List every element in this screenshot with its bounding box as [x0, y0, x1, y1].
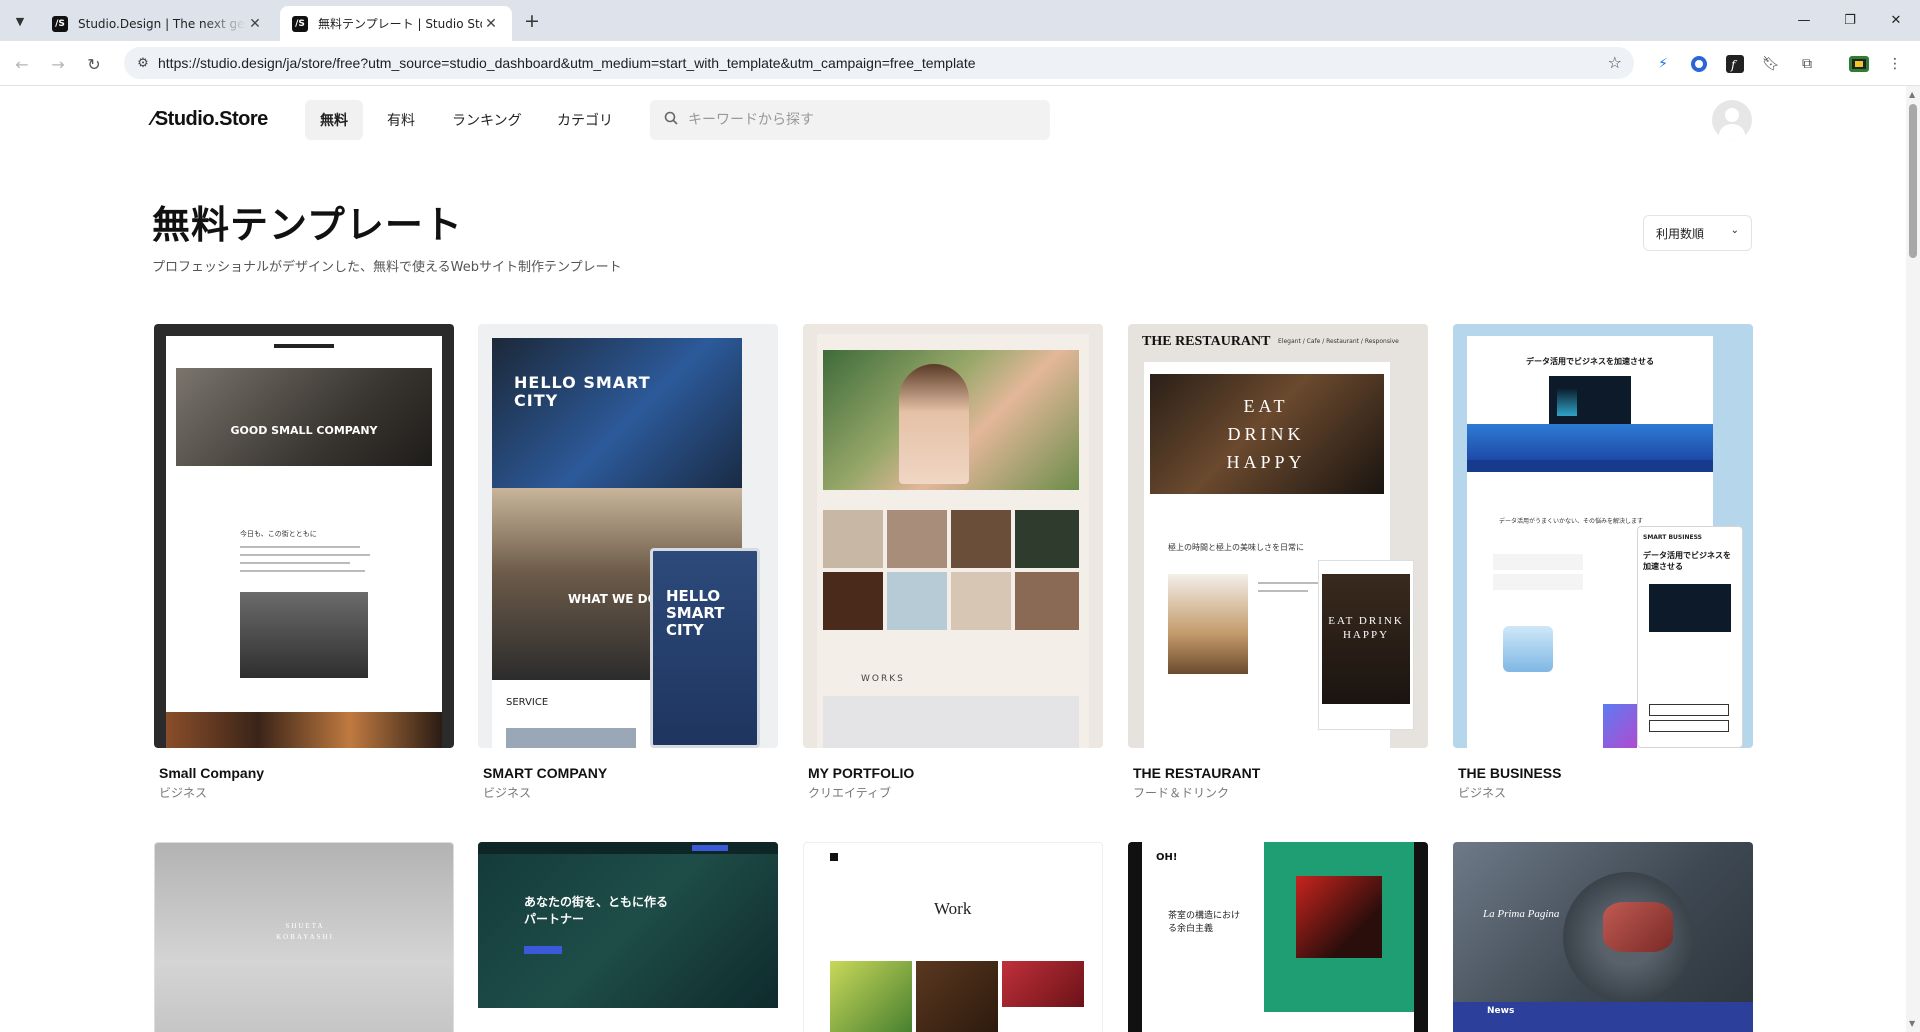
studio-favicon-icon: /S — [292, 15, 308, 32]
tab-close-icon[interactable]: ✕ — [482, 16, 500, 32]
tab-title: 無料テンプレート | Studio Store — [318, 17, 482, 31]
template-thumbnail[interactable]: THE RESTAURANT Elegant / Cafe / Restaura… — [1128, 324, 1428, 748]
menu-kebab-icon[interactable]: ⋮ — [1884, 53, 1906, 75]
search-icon — [664, 111, 678, 129]
template-thumbnail[interactable]: La Prima Pagina News — [1453, 842, 1753, 1032]
browser-toolbar: ← → ↻ ⚙ https://studio.design/ja/store/f… — [0, 41, 1920, 86]
search-box[interactable] — [650, 100, 1050, 140]
nav-ranking[interactable]: ランキング — [437, 100, 537, 140]
forward-arrow-icon[interactable]: → — [46, 52, 70, 76]
nav-free[interactable]: 無料 — [305, 100, 363, 140]
thumb-hero-text: EAT DRINK HAPPY — [1226, 396, 1306, 472]
reload-icon[interactable]: ↻ — [82, 52, 106, 76]
tab-close-icon[interactable]: ✕ — [246, 16, 264, 32]
studio-favicon-icon: /S — [52, 15, 68, 32]
template-thumbnail[interactable]: SHUETA KOBAYASHI — [154, 842, 454, 1032]
bookmark-star-icon[interactable]: ☆ — [1608, 53, 1622, 72]
thumb-hero-text: HELLO SMART CITY — [514, 373, 651, 410]
google-extension-icon[interactable] — [1688, 53, 1710, 75]
template-category: ビジネス — [1458, 786, 1507, 800]
thumb-hero-text: La Prima Pagina — [1483, 908, 1560, 920]
template-category: フード＆ドリンク — [1133, 786, 1230, 800]
thumb-tag-text: Elegant / Cafe / Restaurant / Responsive — [1278, 338, 1399, 345]
thumb-hero-text: GOOD SMALL COMPANY — [230, 424, 378, 437]
window-close-icon[interactable]: ✕ — [1873, 0, 1919, 41]
back-arrow-icon[interactable]: ← — [10, 52, 34, 76]
lightning-extension-icon[interactable]: ⚡ — [1652, 53, 1674, 75]
chevron-down-icon: ⌄ — [1730, 225, 1739, 236]
bookmark-icon[interactable]: 🔖︎ — [1760, 53, 1782, 75]
thumb-title-text: THE RESTAURANT — [1142, 334, 1271, 349]
template-category: ビジネス — [159, 786, 208, 800]
template-name[interactable]: Small Company — [159, 765, 264, 781]
template-thumbnail[interactable]: OH! 茶室の構造における余白主義 — [1128, 842, 1428, 1032]
user-avatar[interactable] — [1712, 100, 1752, 140]
extensions-puzzle-icon[interactable]: ⧉ — [1796, 53, 1818, 75]
restore-icon[interactable]: ❐ — [1827, 0, 1873, 41]
site-info-icon[interactable]: ⚙ — [128, 56, 158, 71]
template-thumbnail[interactable]: GOOD SMALL COMPANY 今日も、この街とともに — [154, 324, 454, 748]
thumb-hero-text: データ活用でビジネスを加速させる — [1526, 357, 1654, 366]
thumb-hero-text: あなたの街を、ともに作るパートナー — [524, 895, 669, 926]
sort-label: 利用数順 — [1656, 226, 1705, 241]
studio-store-logo[interactable]: ⁄Studio.Store — [152, 108, 268, 131]
page-scrollbar[interactable]: ▲ ▼ — [1906, 86, 1920, 1032]
template-thumbnail[interactable]: Work — [803, 842, 1103, 1032]
search-input[interactable] — [688, 112, 1018, 128]
template-thumbnail[interactable]: データ活用でビジネスを加速させる データ活用がうまくいかない、その悩みを解決しま… — [1453, 324, 1753, 748]
thumb-news-text: News — [1487, 1006, 1515, 1016]
thumb-works-text: WORKS — [861, 674, 905, 684]
scroll-down-arrow-icon[interactable]: ▼ — [1909, 1019, 1915, 1028]
browser-tab-studio-store[interactable]: /S 無料テンプレート | Studio Store ✕ — [280, 6, 512, 41]
template-name[interactable]: MY PORTFOLIO — [808, 765, 914, 781]
scrollbar-thumb[interactable] — [1909, 104, 1917, 258]
thumb-sub-text: 今日も、この街とともに — [240, 530, 317, 538]
template-category: ビジネス — [483, 786, 532, 800]
template-thumbnail[interactable]: HELLO SMART CITY WHAT WE DO SERVICE HELL… — [478, 324, 778, 748]
thumb-service-text: SERVICE — [506, 697, 549, 708]
thumb-sub-text: 極上の時間と極上の美味しさを日常に — [1168, 543, 1304, 552]
url-text[interactable]: https://studio.design/ja/store/free?utm_… — [158, 55, 976, 71]
template-thumbnail[interactable]: あなたの街を、ともに作るパートナー — [478, 842, 778, 1032]
browser-tab-studio-design[interactable]: /S Studio.Design | The next generation d… — [40, 6, 276, 41]
template-thumbnail[interactable]: WORKS — [803, 324, 1103, 748]
scroll-up-arrow-icon[interactable]: ▲ — [1909, 90, 1915, 99]
profile-icon[interactable] — [1848, 53, 1870, 75]
thumb-hero-text: SHUETA KOBAYASHI — [276, 922, 334, 941]
font-extension-icon[interactable]: f — [1724, 53, 1746, 75]
template-name[interactable]: SMART COMPANY — [483, 765, 607, 781]
sort-dropdown[interactable]: 利用数順 ⌄ — [1643, 215, 1752, 251]
tab-title: Studio.Design | The next generation desi… — [78, 16, 246, 31]
thumb-what-we-do: WHAT WE DO — [568, 592, 658, 606]
template-name[interactable]: THE RESTAURANT — [1133, 765, 1260, 781]
nav-category[interactable]: カテゴリ — [542, 100, 628, 140]
template-category: クリエイティブ — [808, 786, 892, 800]
template-name[interactable]: THE BUSINESS — [1458, 765, 1561, 781]
page-subtitle: プロフェッショナルがデザインした、無料で使えるWebサイト制作テンプレート — [152, 260, 622, 275]
store-page: ⁄Studio.Store 無料 有料 ランキング カテゴリ 無料テンプレート … — [0, 86, 1906, 1032]
browser-tab-strip: ▼ /S Studio.Design | The next generation… — [0, 0, 1920, 41]
thumb-hero-text: Work — [934, 899, 972, 918]
page-title: 無料テンプレート — [152, 203, 463, 247]
thumb-hero-text: 茶室の構造における余白主義 — [1168, 911, 1241, 934]
new-tab-plus-icon[interactable]: + — [520, 9, 544, 33]
address-bar[interactable]: ⚙ https://studio.design/ja/store/free?ut… — [124, 47, 1634, 79]
thumb-sub-text: SMART BUSINESS — [1643, 534, 1702, 541]
tab-search-icon[interactable]: ▼ — [8, 9, 32, 33]
minimize-icon[interactable]: — — [1781, 0, 1827, 41]
nav-paid[interactable]: 有料 — [372, 100, 430, 140]
